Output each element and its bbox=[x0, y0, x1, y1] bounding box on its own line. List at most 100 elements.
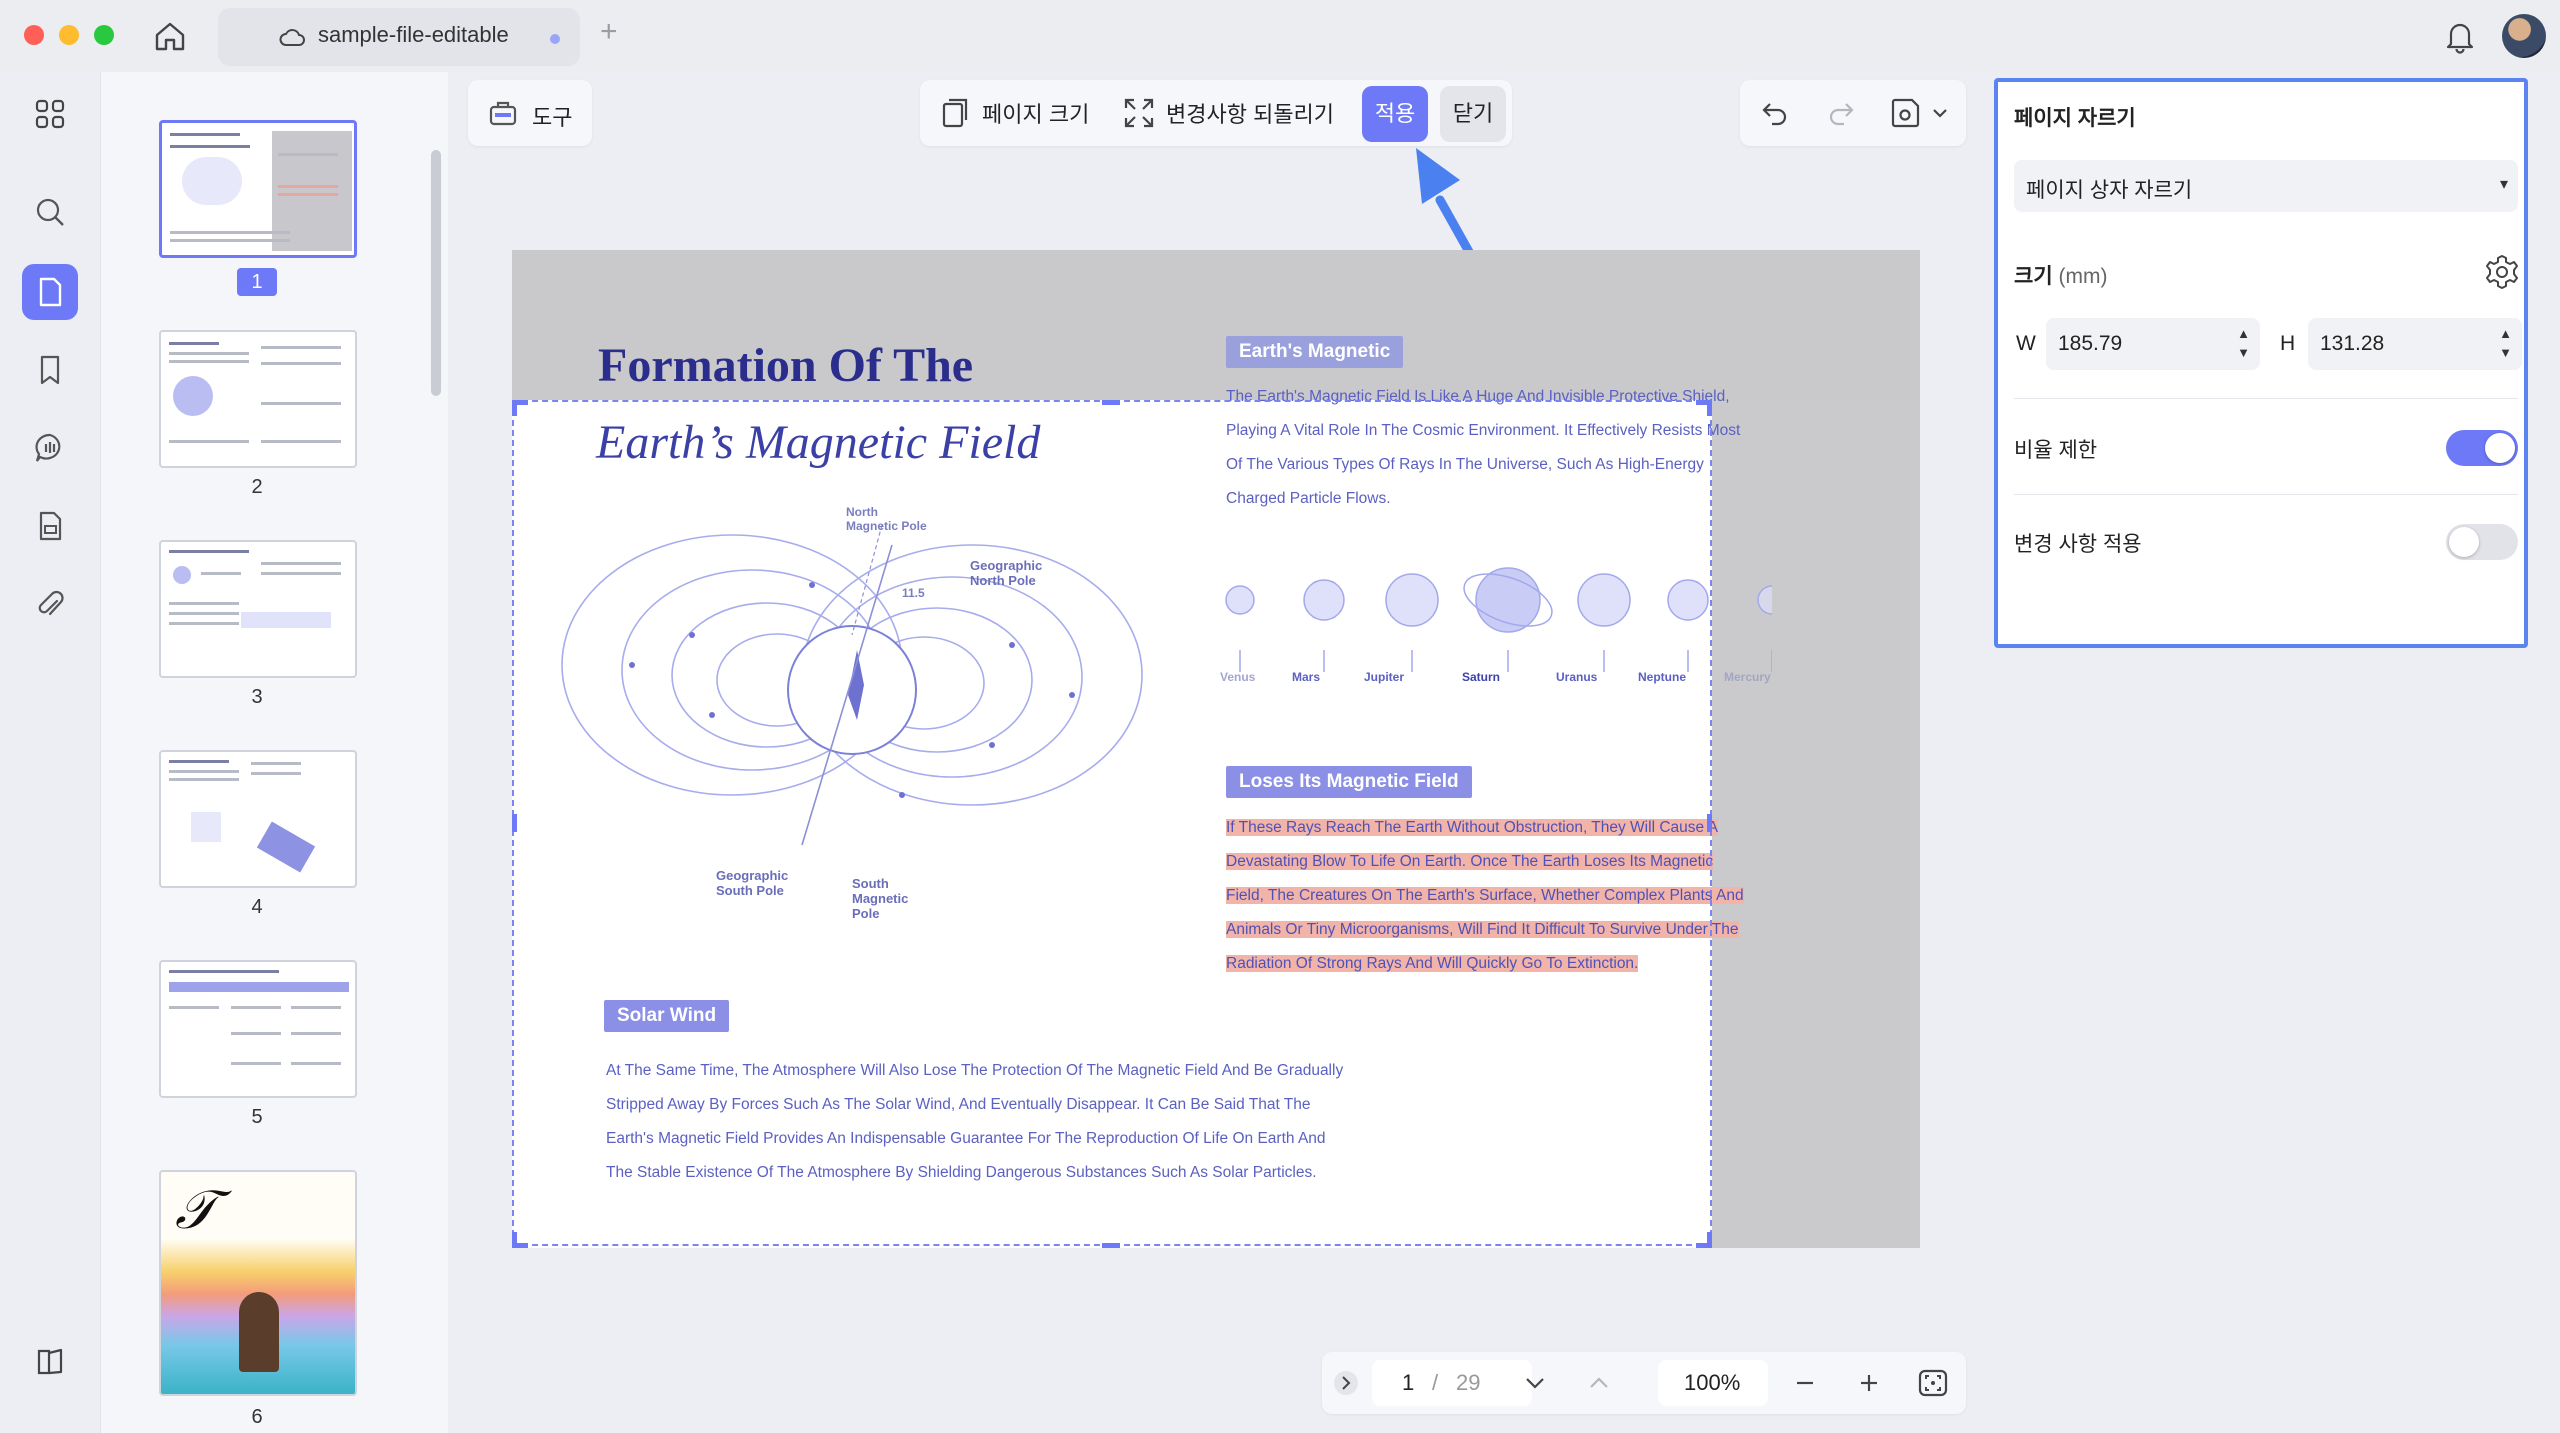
tools-label: 도구 bbox=[532, 105, 573, 130]
ratio-lock-label: 비율 제한 bbox=[2014, 439, 2098, 462]
close-crop-button[interactable]: 닫기 bbox=[1440, 86, 1506, 142]
earths-magnetic-tag: Earth's Magnetic bbox=[1226, 336, 1404, 368]
cloud-icon bbox=[279, 29, 305, 46]
apply-changes-toggle[interactable] bbox=[2446, 524, 2518, 560]
zoom-level[interactable]: 100% bbox=[1684, 1366, 1740, 1400]
left-rail bbox=[0, 72, 100, 1433]
apps-button[interactable] bbox=[22, 86, 78, 142]
divider bbox=[2014, 494, 2518, 495]
stepper-icon[interactable]: ▲ ▼ bbox=[2499, 324, 2512, 362]
current-page[interactable]: 1 bbox=[1402, 1366, 1414, 1400]
crop-handle-bottom[interactable] bbox=[1102, 1243, 1120, 1248]
fit-page-icon[interactable] bbox=[1916, 1366, 1950, 1400]
ratio-lock-toggle[interactable] bbox=[2446, 430, 2518, 466]
new-tab-button[interactable]: + bbox=[600, 14, 618, 50]
home-icon[interactable] bbox=[152, 18, 188, 54]
comment-icon bbox=[35, 433, 61, 462]
crop-handle-bottom-right[interactable] bbox=[1707, 1232, 1712, 1248]
thumbnail-page-5[interactable] bbox=[159, 960, 357, 1098]
thumbnail-number: 1 bbox=[237, 268, 277, 296]
maximize-window-button[interactable] bbox=[94, 25, 114, 45]
thumbnail-number: 4 bbox=[251, 896, 263, 918]
thumbnail-number: 3 bbox=[251, 686, 263, 708]
crop-handle-left[interactable] bbox=[512, 814, 517, 832]
history-toolbar bbox=[1740, 80, 1966, 146]
thumbnail-scrollbar[interactable] bbox=[431, 150, 441, 396]
pdf-page: Formation Of The Earth’s Magnetic Field … bbox=[512, 250, 1920, 1248]
title-bar: sample-file-editable + bbox=[0, 0, 2560, 72]
minimize-window-button[interactable] bbox=[59, 25, 79, 45]
undo-icon[interactable] bbox=[1758, 96, 1792, 130]
page-icon bbox=[39, 277, 62, 307]
width-field[interactable]: 185.79 ▲ ▼ bbox=[2046, 318, 2260, 370]
toolbox-icon bbox=[489, 101, 517, 126]
apply-changes-label: 변경 사항 적용 bbox=[2014, 533, 2142, 556]
page-number-field[interactable] bbox=[1372, 1360, 1532, 1406]
comments-button[interactable] bbox=[22, 420, 78, 476]
search-button[interactable] bbox=[22, 184, 78, 240]
stepper-icon[interactable]: ▲ ▼ bbox=[2237, 324, 2250, 362]
tab-title: sample-file-editable bbox=[318, 22, 509, 47]
save-icon[interactable] bbox=[1888, 96, 1922, 130]
thumbnail-page-4[interactable] bbox=[159, 750, 357, 888]
forms-button[interactable] bbox=[22, 498, 78, 554]
apply-button[interactable]: 적용 bbox=[1362, 86, 1428, 142]
chevron-right-icon[interactable] bbox=[1332, 1366, 1360, 1400]
revert-changes-label: 변경사항 되돌리기 bbox=[1166, 102, 1335, 127]
crop-mode-value: 페이지 상자 자르기 bbox=[2026, 179, 2193, 202]
revert-changes-button[interactable]: 변경사항 되돌리기 bbox=[1122, 96, 1334, 130]
width-value: 185.79 bbox=[2058, 332, 2123, 355]
crop-mode-select[interactable]: 페이지 상자 자르기 ▾ bbox=[2014, 160, 2518, 212]
page-size-icon bbox=[942, 98, 968, 128]
page-separator: / bbox=[1432, 1370, 1439, 1395]
avatar[interactable] bbox=[2502, 14, 2546, 58]
thumbnail-page-1[interactable] bbox=[159, 120, 357, 258]
height-value: 131.28 bbox=[2320, 332, 2385, 355]
toggle-knob bbox=[2485, 433, 2515, 463]
zoom-in-icon[interactable] bbox=[1852, 1366, 1886, 1400]
thumbnail-number: 6 bbox=[251, 1406, 263, 1428]
thumbnail-page-6[interactable]: 𝒯 bbox=[159, 1170, 357, 1396]
crop-handle-top-left[interactable] bbox=[512, 400, 517, 416]
gear-icon[interactable] bbox=[2482, 252, 2522, 292]
thumbnail-page-3[interactable] bbox=[159, 540, 357, 678]
divider bbox=[2014, 398, 2518, 399]
crop-handle-bottom-left[interactable] bbox=[512, 1232, 517, 1248]
thumbnail-panel: 1 2 3 4 5 𝒯 6 bbox=[100, 72, 448, 1433]
thumbnail-travel-art: 𝒯 bbox=[175, 1178, 217, 1241]
form-icon bbox=[39, 511, 62, 541]
sidebar-icon bbox=[37, 1348, 63, 1375]
page-size-label: 페이지 크기 bbox=[982, 102, 1090, 127]
toggle-knob bbox=[2449, 527, 2479, 557]
search-icon bbox=[36, 198, 64, 226]
bookmarks-button[interactable] bbox=[22, 342, 78, 398]
crop-handle-top-right[interactable] bbox=[1707, 400, 1712, 416]
redo-icon[interactable] bbox=[1824, 96, 1858, 130]
previous-page-icon[interactable] bbox=[1582, 1366, 1616, 1400]
chevron-down-icon[interactable] bbox=[1930, 96, 1950, 130]
crop-settings-panel: 페이지 자르기 페이지 상자 자르기 ▾ 크기 (mm) W 185.79 ▲ ▼… bbox=[1994, 78, 2528, 648]
paperclip-icon bbox=[38, 590, 64, 616]
bell-icon[interactable] bbox=[2442, 18, 2478, 54]
height-label: H bbox=[2280, 332, 2296, 355]
height-field[interactable]: 131.28 ▲ ▼ bbox=[2308, 318, 2522, 370]
document-tab[interactable]: sample-file-editable bbox=[218, 8, 580, 66]
dropdown-caret-icon: ▾ bbox=[2499, 176, 2508, 193]
attachments-button[interactable] bbox=[22, 576, 78, 632]
bookmark-icon bbox=[40, 355, 60, 385]
zoom-out-icon[interactable] bbox=[1788, 1366, 1822, 1400]
pages-button[interactable] bbox=[22, 264, 78, 320]
thumbnail-number: 2 bbox=[251, 476, 263, 498]
thumbnail-page-2[interactable] bbox=[159, 330, 357, 468]
crop-handle-right[interactable] bbox=[1707, 814, 1712, 832]
expand-icon bbox=[1124, 98, 1154, 128]
crop-handle-top[interactable] bbox=[1102, 400, 1120, 405]
crop-panel-title: 페이지 자르기 bbox=[2014, 107, 2136, 130]
close-window-button[interactable] bbox=[24, 25, 44, 45]
thumbnail-number: 5 bbox=[251, 1106, 263, 1128]
tools-button[interactable]: 도구 bbox=[468, 80, 592, 146]
next-page-icon[interactable] bbox=[1518, 1366, 1552, 1400]
page-size-button[interactable]: 페이지 크기 bbox=[938, 96, 1089, 130]
sidebar-toggle-button[interactable] bbox=[22, 1334, 78, 1390]
crop-selection-frame[interactable] bbox=[512, 400, 1712, 1246]
